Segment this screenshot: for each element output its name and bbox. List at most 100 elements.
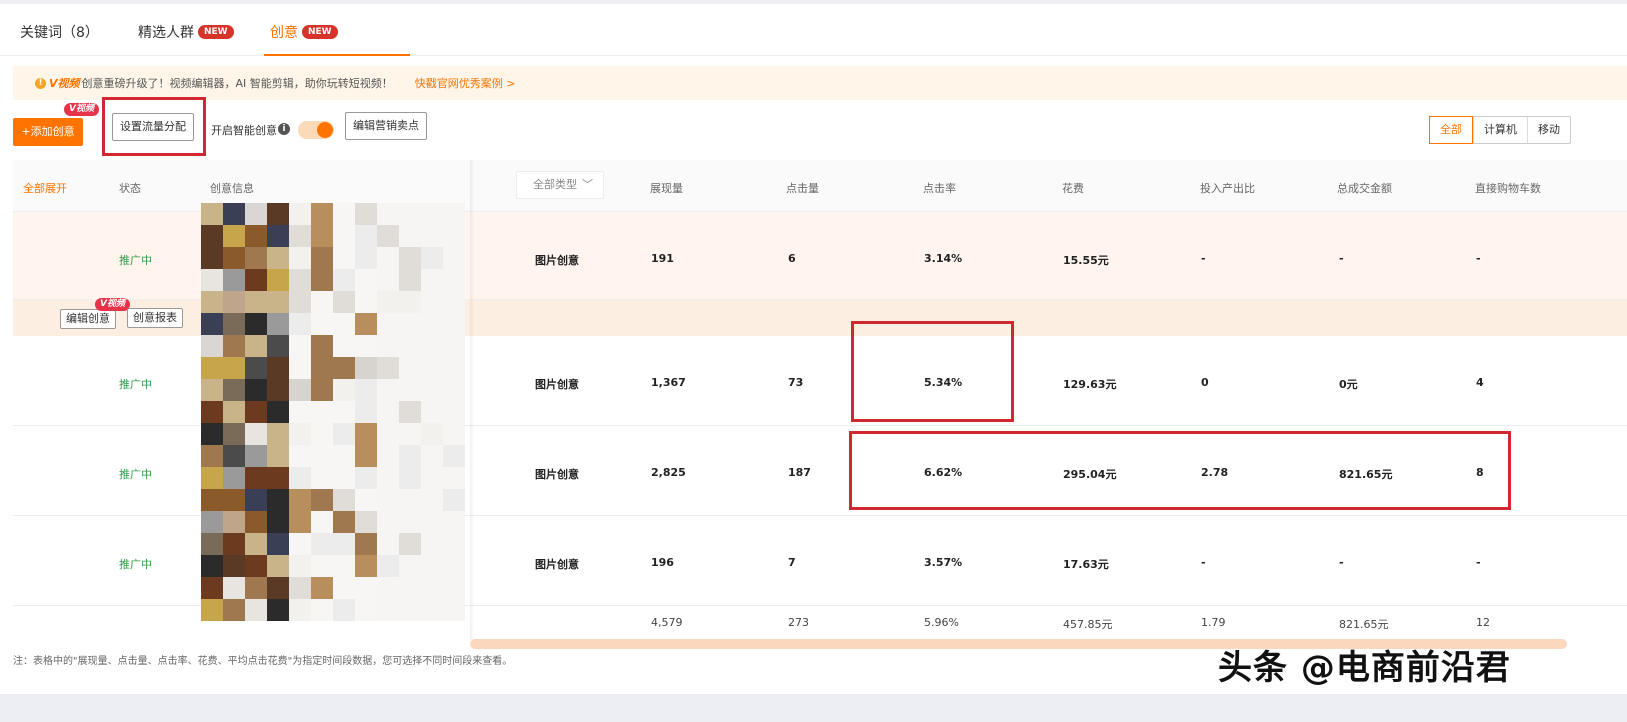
thumbnail-pixel [421,599,443,621]
header-ctr[interactable]: 点击率 [923,180,956,196]
thumbnail-pixel [201,599,223,621]
v-video-badge: V视频 [64,103,99,116]
thumbnail-pixel [223,313,245,335]
thumbnail-pixel [443,577,465,599]
thumbnail-pixel [355,533,377,555]
thumbnail-pixel [399,225,421,247]
smart-creative-toggle[interactable] [298,121,334,139]
info-icon[interactable]: i [278,123,290,135]
thumbnail-pixel [443,203,465,225]
thumbnail-pixel [289,247,311,269]
thumbnail-pixel [333,555,355,577]
ctr-cell: 3.14% [924,252,963,265]
segment-mobile[interactable]: 移动 [1527,117,1570,143]
thumbnail-pixel [311,357,333,379]
thumbnail-pixel [201,401,223,423]
notice-link[interactable]: 快戳官网优秀案例 > [415,75,516,91]
roi-cell: - [1201,556,1206,569]
toggle-knob [317,122,333,138]
thumbnail-pixel [245,533,267,555]
thumbnail-pixel [443,379,465,401]
thumbnail-pixel [421,401,443,423]
thumbnail-pixel [333,401,355,423]
thumbnail-pixel [399,269,421,291]
edit-creative-button[interactable]: 编辑创意 [60,309,116,329]
thumbnail-pixel [311,247,333,269]
cost-cell: 129.63元 [1063,378,1117,391]
thumbnail-pixel [201,533,223,555]
tab-audience[interactable]: 精选人群 NEW [138,22,234,42]
header-creative-info: 创意信息 [210,182,254,195]
thumbnail-pixel [355,225,377,247]
thumbnail-pixel [311,225,333,247]
thumbnail-pixel [311,489,333,511]
tab-creative[interactable]: 创意 NEW [270,22,338,42]
tab-label: 精选人群 [138,25,194,41]
creative-type-select[interactable]: 全部类型 ﹀ [516,171,604,199]
thumbnail-pixel [421,313,443,335]
thumbnail-pixel [289,203,311,225]
thumbnail-pixel [289,577,311,599]
thumbnail-pixel [267,203,289,225]
thumbnail-pixel [377,247,399,269]
clicks-cell: 7 [788,556,796,569]
creative-thumbnails [201,203,465,621]
thumbnail-pixel [201,467,223,489]
add-creative-button[interactable]: +添加创意 [13,118,83,146]
creative-page: 关键词（8） 精选人群 NEW 创意 NEW ! V视频 创意重磅升级了！视频编… [0,4,1627,694]
segment-all[interactable]: 全部 [1429,116,1473,144]
thumbnail-pixel [245,313,267,335]
thumbnail-pixel [201,423,223,445]
thumbnail-pixel [355,423,377,445]
expand-all-link[interactable]: 全部展开 [23,180,67,196]
thumbnail-pixel [289,225,311,247]
thumbnail-pixel [201,555,223,577]
thumbnail-pixel [421,247,443,269]
thumbnail-pixel [377,203,399,225]
thumbnail-pixel [201,225,223,247]
thumbnail-pixel [355,247,377,269]
thumbnail-pixel [333,203,355,225]
impressions-cell: 191 [651,252,674,265]
thumbnail-pixel [267,489,289,511]
thumbnail-pixel [223,511,245,533]
sticky-column-shadow [470,160,474,640]
thumbnail-pixel [443,313,465,335]
thumbnail-pixel [443,247,465,269]
header-gmv[interactable]: 总成交金额 [1337,180,1392,196]
thumbnail-pixel [311,445,333,467]
thumbnail-pixel [399,577,421,599]
thumbnail-pixel [245,291,267,313]
thumbnail-pixel [289,511,311,533]
creative-report-button[interactable]: 创意报表 [127,308,183,328]
header-clicks[interactable]: 点击量 [786,180,819,196]
chevron-down-icon: ﹀ [582,178,593,191]
thumbnail-pixel [421,225,443,247]
thumbnail-pixel [289,423,311,445]
thumbnail-pixel [399,247,421,269]
thumbnail-pixel [223,203,245,225]
thumbnail-pixel [443,335,465,357]
thumbnail-pixel [333,599,355,621]
thumbnail-pixel [223,489,245,511]
clicks-cell: 73 [788,376,804,389]
thumbnail-pixel [333,269,355,291]
edit-selling-points-button[interactable]: 编辑营销卖点 [345,112,427,140]
header-impressions[interactable]: 展现量 [650,180,683,196]
thumbnail-pixel [443,357,465,379]
header-roi[interactable]: 投入产出比 [1200,180,1255,196]
thumbnail-pixel [267,291,289,313]
header-cost[interactable]: 花费 [1062,180,1084,196]
thumbnail-pixel [245,335,267,357]
type-cell: 图片创意 [535,468,579,481]
thumbnail-pixel [311,269,333,291]
thumbnail-pixel [311,423,333,445]
segment-computer[interactable]: 计算机 [1473,117,1527,143]
type-cell: 图片创意 [535,254,579,267]
thumbnail-pixel [377,533,399,555]
status-text: 推广中 [119,468,152,481]
device-filter: 全部 计算机 移动 [1429,116,1571,144]
tab-keywords[interactable]: 关键词（8） [20,22,99,42]
header-cart[interactable]: 直接购物车数 [1475,180,1541,196]
thumbnail-pixel [311,313,333,335]
